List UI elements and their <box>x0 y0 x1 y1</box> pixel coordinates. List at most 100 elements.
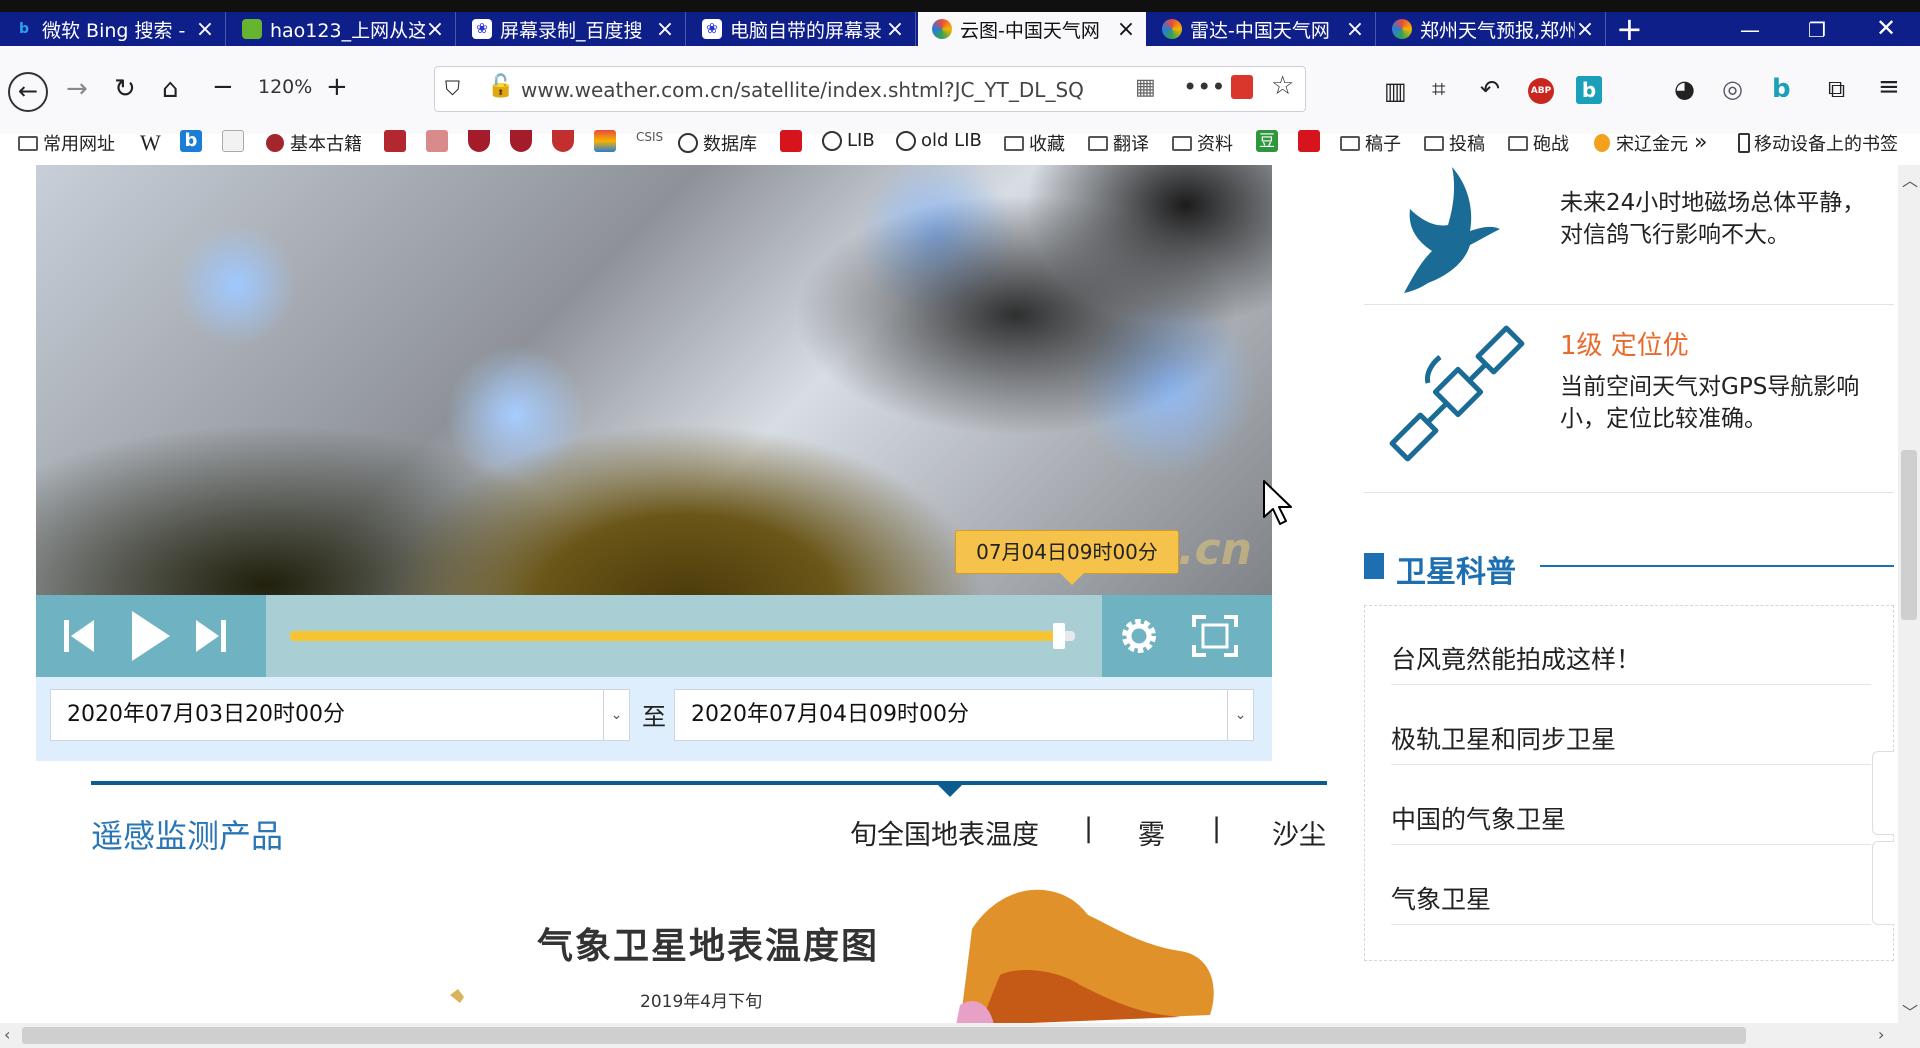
link-surface-temperature[interactable]: 旬全国地表温度 <box>850 813 1039 852</box>
next-frame-icon[interactable] <box>194 617 228 655</box>
link-dust[interactable]: 沙尘 <box>1272 813 1326 852</box>
tab-cloud-map[interactable]: 云图-中国天气网 × <box>918 12 1146 46</box>
bookmark-doc[interactable] <box>222 130 244 152</box>
vertical-scrollbar[interactable]: ︿ ﹀ <box>1898 165 1920 1023</box>
tab-zhengzhou[interactable]: 郑州天气预报,郑州 × <box>1378 12 1606 46</box>
scroll-right-arrow-icon[interactable]: › <box>1878 1025 1884 1044</box>
bookmarks-overflow-chevron-icon[interactable]: » <box>1694 130 1707 155</box>
floating-tool-tab[interactable] <box>1872 841 1894 925</box>
bookmark-harvard-2[interactable] <box>510 130 532 152</box>
tab-baidu-1[interactable]: ❀ 屏幕录制_百度搜 × <box>458 12 686 46</box>
vertical-scroll-thumb[interactable] <box>1901 450 1917 620</box>
chevron-down-icon[interactable]: ⌄ <box>1227 690 1253 740</box>
bookmark-old-lib[interactable]: old LIB <box>896 130 982 151</box>
reload-button[interactable]: ↻ <box>114 72 136 106</box>
bookmark-douban[interactable]: 豆 <box>1256 130 1278 152</box>
bookmark-harvard-1[interactable] <box>468 130 490 152</box>
tab-radar[interactable]: 雷达-中国天气网 × <box>1148 12 1376 46</box>
menu-hamburger-icon[interactable]: ≡ <box>1878 70 1900 104</box>
window-close-button[interactable]: ✕ <box>1876 14 1896 42</box>
link-fog[interactable]: 雾 <box>1138 813 1165 852</box>
bookmark-red-4[interactable] <box>1298 130 1320 152</box>
tab-bing[interactable]: b 微软 Bing 搜索 - × <box>0 12 226 46</box>
close-icon[interactable]: × <box>1345 17 1365 42</box>
bookmark-song-liao[interactable]: 宋辽金元 <box>1594 130 1690 156</box>
bookmark-colorful[interactable] <box>594 130 616 152</box>
new-tab-button[interactable]: + <box>1616 13 1643 45</box>
bookmark-translate[interactable]: 翻译 <box>1088 130 1149 156</box>
close-icon[interactable]: × <box>195 17 215 42</box>
bookmark-bing[interactable]: b <box>180 130 202 152</box>
back-button[interactable]: ← <box>8 72 48 112</box>
bing-extension-icon[interactable]: b <box>1576 76 1602 104</box>
bookmark-drafts[interactable]: 稿子 <box>1340 130 1401 156</box>
floating-tool-tab[interactable] <box>1872 751 1894 835</box>
play-icon[interactable] <box>128 609 172 663</box>
scroll-down-arrow-icon[interactable]: ﹀ <box>1902 999 1918 1023</box>
extension-shield-icon[interactable] <box>1231 75 1253 99</box>
bookmark-artillery[interactable]: 砲战 <box>1508 130 1569 156</box>
zoom-level[interactable]: 120% <box>258 76 312 98</box>
restore-button[interactable]: ❐ <box>1808 18 1826 42</box>
timeline-handle[interactable] <box>1053 623 1066 649</box>
close-icon[interactable]: × <box>1575 17 1595 42</box>
close-icon[interactable]: × <box>885 17 905 42</box>
bookmark-favorites[interactable]: 收藏 <box>1004 130 1065 156</box>
extension-owl-icon[interactable]: ◎ <box>1722 72 1743 106</box>
bookmark-database[interactable]: 数据库 <box>678 130 757 156</box>
bookmark-lib[interactable]: LIB <box>822 130 875 151</box>
bookmark-red-3[interactable] <box>780 130 802 152</box>
bookmark-materials[interactable]: 资料 <box>1172 130 1233 156</box>
url-text[interactable]: www.weather.com.cn/satellite/index.shtml… <box>521 78 1084 102</box>
extension-mask-icon[interactable]: ◕ <box>1674 72 1695 106</box>
bing-icon[interactable]: b <box>1772 74 1791 104</box>
settings-gear-icon[interactable] <box>1116 613 1162 659</box>
bookmark-common-sites[interactable]: 常用网址 <box>18 130 115 156</box>
remote-sensing-title: 遥感监测产品 <box>91 817 284 855</box>
forward-button[interactable]: → <box>66 72 88 106</box>
qr-code-icon[interactable]: ▦ <box>1135 75 1156 100</box>
zoom-out-button[interactable]: − <box>212 70 234 104</box>
home-button[interactable]: ⌂ <box>162 72 179 106</box>
bookmark-wikipedia[interactable]: W <box>140 130 161 156</box>
article-link[interactable]: 气象卫星 <box>1391 880 1491 916</box>
scroll-left-arrow-icon[interactable]: ‹ <box>4 1025 10 1044</box>
extensions-puzzle-icon[interactable]: ⧉ <box>1828 72 1845 106</box>
bookmark-star-icon[interactable]: ☆ <box>1271 71 1294 101</box>
tab-title: 郑州天气预报,郑州 <box>1420 19 1575 42</box>
article-link[interactable]: 台风竟然能拍成这样！ <box>1391 640 1641 676</box>
shield-icon[interactable]: ⛉ <box>445 76 460 100</box>
bookmark-red-2[interactable] <box>426 130 448 152</box>
close-icon[interactable]: × <box>1116 17 1136 42</box>
article-link[interactable]: 中国的气象卫星 <box>1391 800 1566 836</box>
screenshot-crop-icon[interactable]: ⌗ <box>1432 72 1446 106</box>
address-bar[interactable]: ⛉ 🔓 www.weather.com.cn/satellite/index.s… <box>434 66 1306 112</box>
undo-icon[interactable]: ↶ <box>1480 72 1500 106</box>
timeline-slider[interactable] <box>290 623 1075 649</box>
previous-frame-icon[interactable] <box>62 617 96 655</box>
scroll-up-arrow-icon[interactable]: ︿ <box>1902 167 1918 191</box>
horizontal-scroll-thumb[interactable] <box>22 1027 1746 1044</box>
adblock-plus-icon[interactable]: ABP <box>1528 78 1554 104</box>
chevron-down-icon[interactable]: ⌄ <box>603 690 629 740</box>
horizontal-scrollbar[interactable]: ‹ › <box>0 1023 1920 1048</box>
bookmark-submit[interactable]: 投稿 <box>1424 130 1485 156</box>
article-link[interactable]: 极轨卫星和同步卫星 <box>1391 720 1616 756</box>
start-date-select[interactable]: 2020年07月03日20时00分 ⌄ <box>50 689 630 741</box>
close-icon[interactable]: × <box>425 17 445 42</box>
bookmark-crest[interactable] <box>552 130 574 152</box>
zoom-in-button[interactable]: + <box>326 70 348 104</box>
tab-hao123[interactable]: hao123_上网从这 × <box>228 12 456 46</box>
tab-baidu-2[interactable]: ❀ 电脑自带的屏幕录 × <box>688 12 916 46</box>
bookmark-mobile[interactable]: 移动设备上的书签 <box>1738 130 1898 156</box>
minimize-button[interactable]: — <box>1740 18 1760 42</box>
sidebar-toggle-icon[interactable]: ▥ <box>1384 74 1407 108</box>
close-icon[interactable]: × <box>655 17 675 42</box>
bookmark-red-1[interactable] <box>384 130 406 152</box>
page-actions-icon[interactable]: ••• <box>1183 73 1225 101</box>
bookmark-csis[interactable]: CSIS <box>636 130 663 144</box>
end-date-select[interactable]: 2020年07月04日09时00分 ⌄ <box>674 689 1254 741</box>
fullscreen-icon[interactable] <box>1192 615 1238 657</box>
insecure-lock-icon[interactable]: 🔓 <box>487 74 514 99</box>
bookmark-ancient-books[interactable]: 基本古籍 <box>266 130 362 156</box>
